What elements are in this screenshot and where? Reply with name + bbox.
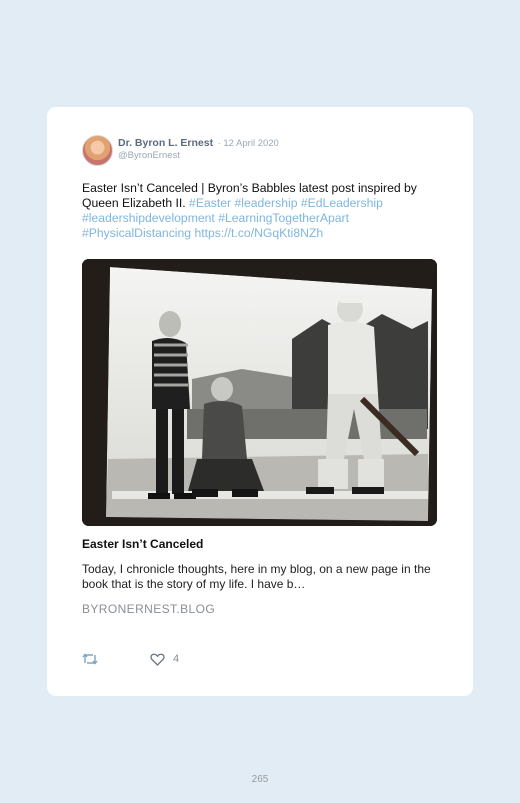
link-card-description: Today, I chronicle thoughts, here in my … [82,562,431,591]
baseball-photo [82,259,437,526]
tweet-header: Dr. Byron L. Ernest · 12 April 2020 @Byr… [82,135,279,166]
heart-icon [150,653,165,666]
tweet-date[interactable]: · 12 April 2020 [218,138,279,149]
tweet-actions: 4 [82,652,179,666]
hashtag-physicaldistancing[interactable]: #PhysicalDistancing [82,226,191,240]
hashtag-leadership[interactable]: #leadership [234,196,297,210]
author-name[interactable]: Dr. Byron L. Ernest [118,137,213,149]
avatar[interactable] [82,135,113,166]
hashtag-leadershipdevelopment[interactable]: #leadershipdevelopment [82,211,215,225]
tweet-card: Dr. Byron L. Ernest · 12 April 2020 @Byr… [47,107,473,696]
tweet-link[interactable]: https://t.co/NGqKti8NZh [194,226,323,240]
link-card-image[interactable] [82,259,437,526]
tweet-text: Easter Isn’t Canceled | Byron’s Babbles … [82,181,442,241]
link-card-domain[interactable]: BYRONERNEST.BLOG [82,602,215,616]
author-info: Dr. Byron L. Ernest · 12 April 2020 @Byr… [118,136,279,162]
retweet-button[interactable] [82,652,98,666]
retweet-icon [82,653,98,665]
hashtag-learningtogetherapart[interactable]: #LearningTogetherApart [218,211,349,225]
page-number: 265 [251,774,269,785]
link-card-title[interactable]: Easter Isn’t Canceled [82,537,203,551]
like-button[interactable]: 4 [150,653,179,666]
hashtag-edleadership[interactable]: #EdLeadership [301,196,383,210]
author-handle[interactable]: @ByronErnest [118,150,279,162]
like-count: 4 [173,653,180,665]
hashtag-easter[interactable]: #Easter [189,196,231,210]
